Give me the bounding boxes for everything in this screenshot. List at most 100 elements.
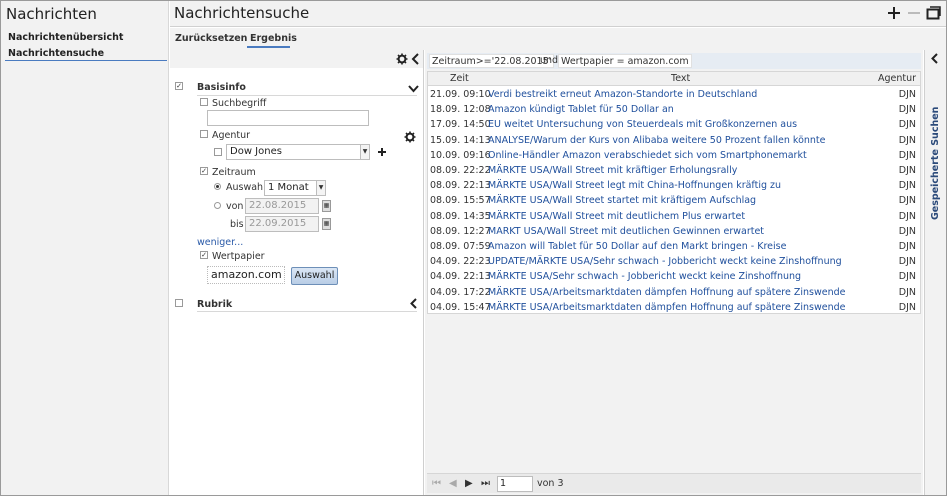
row-agency: DJN xyxy=(898,119,916,131)
news-table: Zeit Text Agentur 21.09. 09:10 Verdi best… xyxy=(427,71,921,314)
next-page-icon[interactable]: ▶ xyxy=(465,478,473,489)
tab-reset[interactable]: Zurücksetzen xyxy=(175,33,247,44)
nav-item-search[interactable]: Nachrichtensuche xyxy=(8,48,104,59)
saved-searches-label[interactable]: Gespeicherte Suchen xyxy=(930,80,942,220)
query-chip-wertpapier[interactable]: Wertpapier = amazon.com xyxy=(558,54,692,68)
table-row[interactable]: 04.09. 22:13 MÄRKTE USA/Sehr schwach - Jo… xyxy=(428,270,920,285)
row-time: 21.09. 09:10 xyxy=(430,89,491,100)
row-headline-link[interactable]: UPDATE/MÄRKTE USA/Sehr schwach - Jobberi… xyxy=(488,256,842,267)
agentur-select[interactable]: Dow Jones ▼ xyxy=(226,144,370,160)
row-headline-link[interactable]: EU weitet Untersuchung von Steuerdeals m… xyxy=(488,119,797,130)
auswahl-radio[interactable] xyxy=(214,183,221,190)
table-row[interactable]: 04.09. 22:23 UPDATE/MÄRKTE USA/Sehr schwa… xyxy=(428,255,920,270)
results-panel: Zeitraum>='22.08.2015' und Wertpapier = … xyxy=(425,50,923,495)
zeitraum-select[interactable]: 1 Monat ▼ xyxy=(264,180,326,196)
page-input[interactable]: 1 xyxy=(497,476,533,492)
row-headline-link[interactable]: MÄRKTE USA/Arbeitsmarktdaten dämpfen Hof… xyxy=(488,287,845,298)
table-row[interactable]: 17.09. 14:50 EU weitet Untersuchung von S… xyxy=(428,118,920,133)
agentur-gear-icon[interactable] xyxy=(404,131,416,145)
nav-item-overview[interactable]: Nachrichtenübersicht xyxy=(8,32,123,43)
table-row[interactable]: 08.09. 12:27 MARKT USA/Wall Street mit de… xyxy=(428,225,920,240)
collapse-left-icon[interactable] xyxy=(411,53,421,67)
wertpapier-checkbox[interactable]: ✓ xyxy=(200,251,208,259)
dropdown-arrow-icon[interactable]: ▼ xyxy=(360,145,369,159)
table-row[interactable]: 08.09. 15:57 MÄRKTE USA/Wall Street start… xyxy=(428,194,920,209)
agentur-item-checkbox[interactable] xyxy=(214,148,222,156)
suchbegriff-checkbox[interactable] xyxy=(200,98,208,106)
table-row[interactable]: 15.09. 14:13 ANALYSE/Warum der Kurs von A… xyxy=(428,134,920,149)
weniger-link[interactable]: weniger... xyxy=(197,237,243,248)
bis-label: bis xyxy=(230,219,244,230)
zeitraum-checkbox[interactable]: ✓ xyxy=(200,167,208,175)
agentur-checkbox[interactable] xyxy=(200,130,208,138)
basisinfo-checkbox[interactable]: ✓ xyxy=(175,82,183,90)
basisinfo-title: Basisinfo xyxy=(197,82,246,93)
query-chip-zeitraum[interactable]: Zeitraum>='22.08.2015' xyxy=(429,54,555,68)
table-row[interactable]: 08.09. 22:22 MÄRKTE USA/Wall Street mit k… xyxy=(428,164,920,179)
page-title: Nachrichtensuche xyxy=(174,4,310,22)
row-headline-link[interactable]: MÄRKTE USA/Wall Street legt mit China-Ho… xyxy=(488,180,781,191)
table-row[interactable]: 08.09. 07:59 Amazon will Tablet für 50 Do… xyxy=(428,240,920,255)
table-row[interactable]: 10.09. 09:16 Online-Händler Amazon verabs… xyxy=(428,149,920,164)
minus-icon[interactable] xyxy=(906,5,922,21)
row-agency: DJN xyxy=(898,271,916,283)
row-headline-link[interactable]: ANALYSE/Warum der Kurs von Alibaba weite… xyxy=(488,135,826,146)
saved-searches-rail: Gespeicherte Suchen xyxy=(924,50,946,495)
table-row[interactable]: 21.09. 09:10 Verdi bestreikt erneut Amazo… xyxy=(428,88,920,103)
pager: ⏮ ◀ ▶ ⏭ 1 von 3 xyxy=(427,473,921,493)
von-radio[interactable] xyxy=(214,202,221,209)
row-agency: DJN xyxy=(898,134,916,146)
table-row[interactable]: 04.09. 15:47 MÄRKTE USA/Arbeitsmarktdaten… xyxy=(428,301,920,316)
row-time: 08.09. 22:13 xyxy=(430,180,491,192)
wertpapier-input[interactable]: amazon.com xyxy=(207,266,285,284)
row-agency: DJN xyxy=(898,89,916,100)
wertpapier-label: Wertpapier xyxy=(212,251,265,262)
chevron-down-icon[interactable] xyxy=(408,83,419,95)
dropdown-arrow-icon[interactable]: ▼ xyxy=(316,181,325,195)
query-connector: und xyxy=(540,55,559,66)
row-headline-link[interactable]: Verdi bestreikt erneut Amazon-Standorte … xyxy=(488,89,757,100)
filter-body: ✓ Basisinfo Suchbegriff Agentur Dow Jone… xyxy=(170,68,423,495)
row-headline-link[interactable]: Online-Händler Amazon verabschiedet sich… xyxy=(488,150,807,161)
row-headline-link[interactable]: MÄRKTE USA/Wall Street startet mit kräft… xyxy=(488,195,756,206)
calendar-icon[interactable]: ▦ xyxy=(322,218,331,230)
row-headline-link[interactable]: Amazon kündigt Tablet für 50 Dollar an xyxy=(488,104,674,115)
table-row[interactable]: 18.09. 12:08 Amazon kündigt Tablet für 50… xyxy=(428,103,920,118)
column-header-text[interactable]: Text xyxy=(671,73,690,84)
row-time: 08.09. 12:27 xyxy=(430,225,491,237)
row-headline-link[interactable]: MÄRKTE USA/Sehr schwach - Jobbericht wec… xyxy=(488,271,801,282)
column-header-time[interactable]: Zeit xyxy=(450,73,469,84)
table-row[interactable]: 08.09. 14:35 MÄRKTE USA/Wall Street mit d… xyxy=(428,210,920,225)
chevron-left-icon[interactable] xyxy=(410,298,418,311)
row-headline-link[interactable]: MÄRKTE USA/Wall Street mit deutlichem Pl… xyxy=(488,211,745,222)
prev-page-icon[interactable]: ◀ xyxy=(449,478,457,489)
row-time: 08.09. 14:35 xyxy=(430,210,491,222)
von-date-input[interactable]: 22.08.2015 xyxy=(245,198,319,214)
expand-left-icon[interactable] xyxy=(931,53,939,66)
rubrik-checkbox[interactable] xyxy=(175,299,183,307)
row-headline-link[interactable]: MÄRKTE USA/Wall Street mit kräftiger Erh… xyxy=(488,165,737,176)
gear-icon[interactable] xyxy=(396,53,408,67)
auswahl-button[interactable]: Auswahl xyxy=(291,267,338,285)
column-header-agency[interactable]: Agentur xyxy=(878,73,916,84)
tab-result[interactable]: Ergebnis xyxy=(250,33,297,44)
window-icon[interactable] xyxy=(926,5,942,21)
table-row[interactable]: 08.09. 22:13 MÄRKTE USA/Wall Street legt … xyxy=(428,179,920,194)
plus-icon[interactable] xyxy=(886,5,902,21)
row-headline-link[interactable]: MARKT USA/Wall Street mit deutlichen Gew… xyxy=(488,226,764,237)
bis-date-input[interactable]: 22.09.2015 xyxy=(245,216,319,232)
suchbegriff-input[interactable] xyxy=(207,110,369,126)
table-header: Zeit Text Agentur xyxy=(428,72,920,86)
calendar-icon[interactable]: ▦ xyxy=(322,200,331,212)
last-page-icon[interactable]: ⏭ xyxy=(481,478,490,489)
left-nav: Nachrichten Nachrichtenübersicht Nachric… xyxy=(1,1,169,495)
row-agency: DJN xyxy=(898,104,916,116)
table-row[interactable]: 04.09. 17:22 MÄRKTE USA/Arbeitsmarktdaten… xyxy=(428,286,920,301)
row-headline-link[interactable]: Amazon will Tablet für 50 Dollar auf den… xyxy=(488,241,786,252)
first-page-icon[interactable]: ⏮ xyxy=(432,478,441,489)
rubrik-title: Rubrik xyxy=(197,299,233,310)
row-headline-link[interactable]: MÄRKTE USA/Arbeitsmarktdaten dämpfen Hof… xyxy=(488,302,845,313)
add-agentur-icon[interactable] xyxy=(377,147,387,159)
von-label: von xyxy=(226,201,244,212)
row-agency: DJN xyxy=(898,301,916,313)
